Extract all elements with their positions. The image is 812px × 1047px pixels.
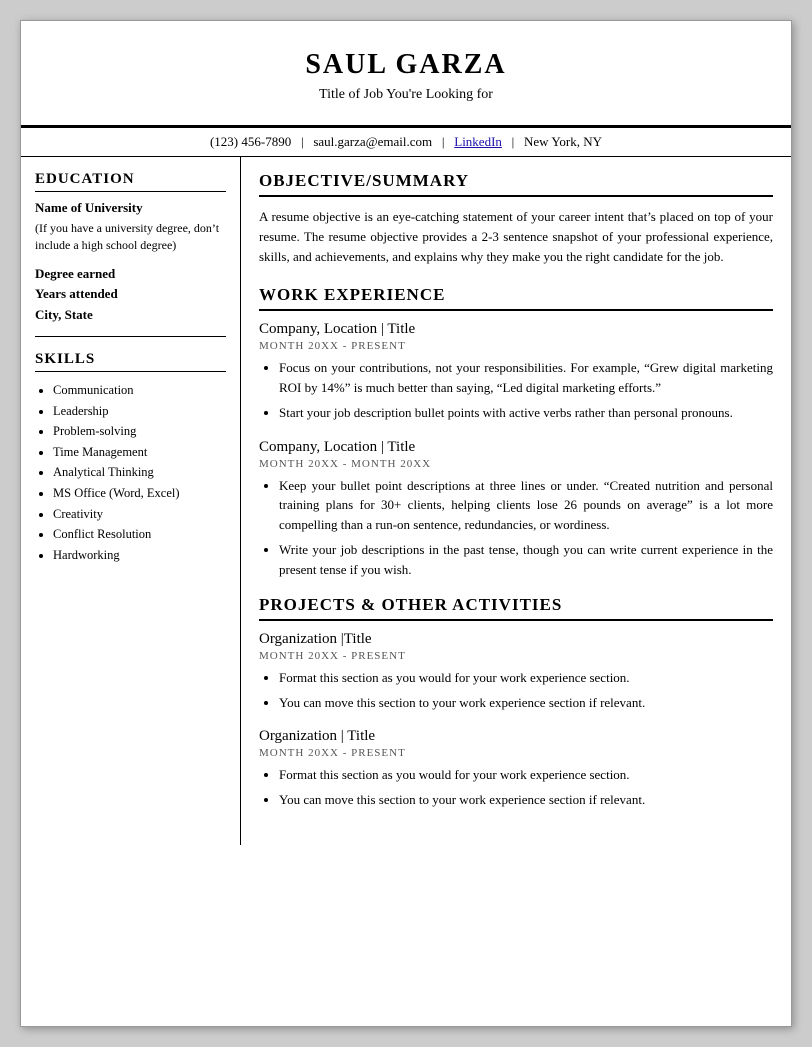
objective-text: A resume objective is an eye-catching st… xyxy=(259,207,773,267)
org-bullets: Format this section as you would for you… xyxy=(259,765,773,809)
education-divider xyxy=(35,336,226,337)
work-entry: Company, Location | Title MONTH 20XX - PR… xyxy=(259,321,773,423)
skill-item: Hardworking xyxy=(53,545,226,566)
contact-bar: (123) 456-7890 | saul.garza@email.com | … xyxy=(21,127,791,157)
resume-name: SAUL GARZA xyxy=(41,49,771,81)
email: saul.garza@email.com xyxy=(313,134,432,149)
org-bullet-item: Format this section as you would for you… xyxy=(279,668,773,688)
project-entry: Organization | Title MONTH 20XX - PRESENT… xyxy=(259,728,773,809)
skill-item: Conflict Resolution xyxy=(53,524,226,545)
org-title: Organization |Title xyxy=(259,631,773,648)
company-title: Company, Location | Title xyxy=(259,439,773,456)
company-title: Company, Location | Title xyxy=(259,321,773,338)
skill-item: Time Management xyxy=(53,442,226,463)
degree-earned: Degree earned xyxy=(35,264,226,285)
org-bullets: Format this section as you would for you… xyxy=(259,668,773,712)
work-bullet-item: Focus on your contributions, not your re… xyxy=(279,358,773,397)
university-name: Name of University xyxy=(35,200,226,216)
work-bullets: Keep your bullet point descriptions at t… xyxy=(259,476,773,580)
skill-item: Analytical Thinking xyxy=(53,462,226,483)
work-experience-heading: WORK EXPERIENCE xyxy=(259,285,773,311)
org-title: Organization | Title xyxy=(259,728,773,745)
org-dates: MONTH 20XX - PRESENT xyxy=(259,650,773,662)
project-entries: Organization |Title MONTH 20XX - PRESENT F… xyxy=(259,631,773,809)
org-bullet-item: You can move this section to your work e… xyxy=(279,790,773,810)
education-heading: EDUCATION xyxy=(35,171,226,192)
linkedin-link[interactable]: LinkedIn xyxy=(454,134,502,149)
years-attended: Years attended xyxy=(35,284,226,305)
skills-section: SKILLS CommunicationLeadershipProblem-so… xyxy=(35,351,226,566)
left-column: EDUCATION Name of University (If you hav… xyxy=(21,157,241,845)
phone: (123) 456-7890 xyxy=(210,134,291,149)
location: New York, NY xyxy=(524,134,602,149)
right-column: OBJECTIVE/SUMMARY A resume objective is … xyxy=(241,157,791,845)
org-bullet-item: Format this section as you would for you… xyxy=(279,765,773,785)
skill-item: Problem-solving xyxy=(53,421,226,442)
skill-item: Communication xyxy=(53,380,226,401)
work-dates: MONTH 20XX - PRESENT xyxy=(259,340,773,352)
work-bullet-item: Start your job description bullet points… xyxy=(279,403,773,423)
work-entries: Company, Location | Title MONTH 20XX - PR… xyxy=(259,321,773,579)
skill-item: Leadership xyxy=(53,401,226,422)
project-entry: Organization |Title MONTH 20XX - PRESENT F… xyxy=(259,631,773,712)
skills-list: CommunicationLeadershipProblem-solvingTi… xyxy=(35,380,226,566)
body-columns: EDUCATION Name of University (If you hav… xyxy=(21,157,791,845)
objective-heading: OBJECTIVE/SUMMARY xyxy=(259,171,773,197)
work-bullet-item: Keep your bullet point descriptions at t… xyxy=(279,476,773,535)
skill-item: Creativity xyxy=(53,504,226,525)
header-section: SAUL GARZA Title of Job You're Looking f… xyxy=(21,21,791,127)
university-note: (If you have a university degree, don’t … xyxy=(35,220,226,254)
skill-item: MS Office (Word, Excel) xyxy=(53,483,226,504)
city-state: City, State xyxy=(35,305,226,326)
work-entry: Company, Location | Title MONTH 20XX - MO… xyxy=(259,439,773,580)
projects-heading: PROJECTS & OTHER ACTIVITIES xyxy=(259,595,773,621)
resume-job-title: Title of Job You're Looking for xyxy=(41,87,771,103)
resume-paper: SAUL GARZA Title of Job You're Looking f… xyxy=(20,20,792,1027)
work-bullets: Focus on your contributions, not your re… xyxy=(259,358,773,423)
org-dates: MONTH 20XX - PRESENT xyxy=(259,747,773,759)
skills-heading: SKILLS xyxy=(35,351,226,372)
org-bullet-item: You can move this section to your work e… xyxy=(279,693,773,713)
work-dates: MONTH 20XX - MONTH 20XX xyxy=(259,458,773,470)
work-bullet-item: Write your job descriptions in the past … xyxy=(279,540,773,579)
